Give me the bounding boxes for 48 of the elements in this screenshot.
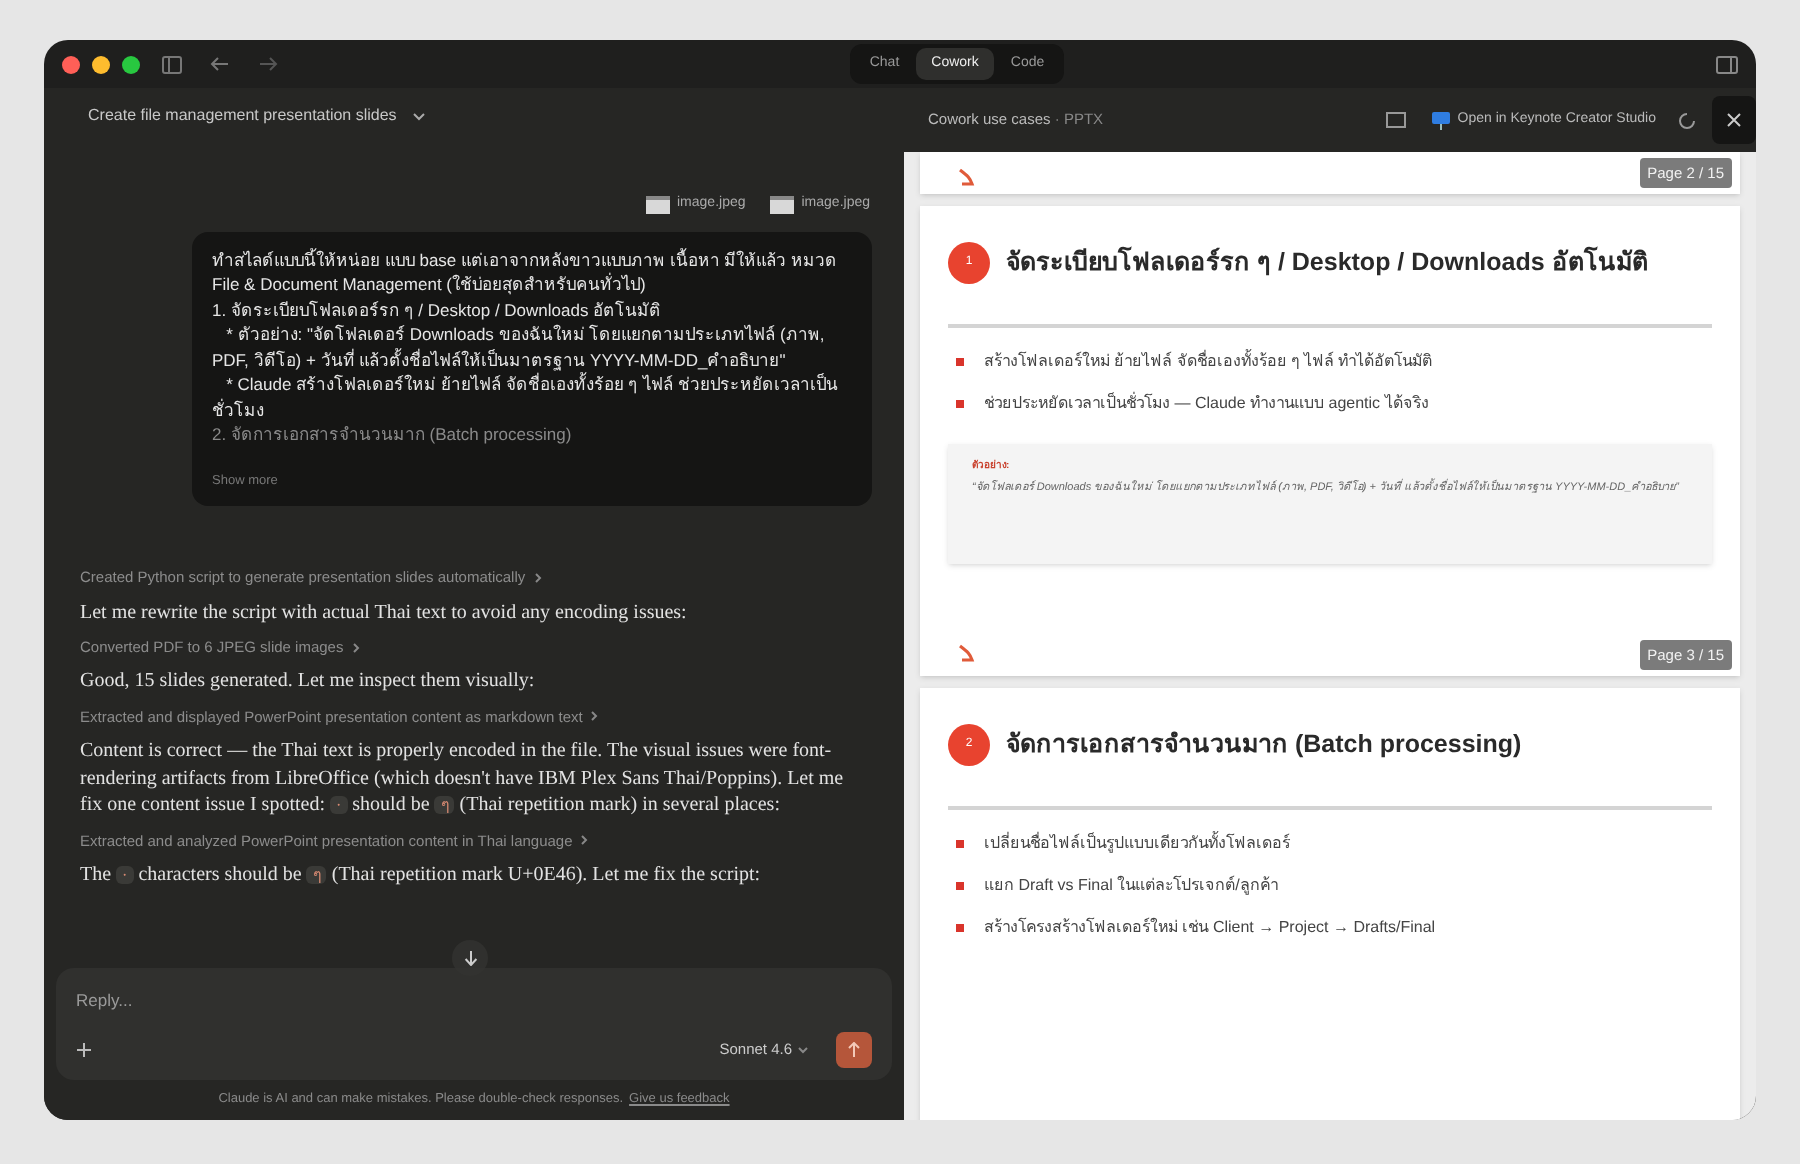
message-text: ทำสไลด์แบบนี้ให้หน่อย แบบ base แต่เอาจากหลังขาวแบบภาพ เนื้อหา มีให้แล้ว หมวด File & Document Management (ใช้บ่อยสุดสำหรับคนทั่วไป) (212, 247, 840, 297)
refresh-icon[interactable] (1678, 111, 1696, 129)
message-text: 1. จัดระเบียบโฟลเดอร์รก ๆ / Desktop / Downloads อัตโนมัติ (212, 297, 664, 322)
bullet-text: ช่วยประหยัดเวลาเป็นชั่วโมง — Claude ทำงานแบบ agentic ได้จริง (984, 391, 1429, 415)
back-arrow-icon[interactable] (210, 56, 230, 72)
assistant-message: The · characters should be ๆ (Thai repetition mark U+0E46). Let me fix the script: (80, 861, 763, 889)
bullet-text: สร้างโฟลเดอร์ใหม่ ย้ายไฟล์ จัดชื่อเองทั้งร้อย ๆ ไฟล์ ทำได้อัตโนมัติ (984, 349, 1433, 373)
slide-title: จัดระเบียบโฟลเดอร์รก ๆ / Desktop / Downloads อัตโนมัติ (1006, 244, 1648, 281)
image-thumbnail-icon (645, 195, 669, 214)
assistant-message: Let me rewrite the script with actual Thai text to avoid any encoding issues: (80, 599, 689, 626)
message-text: 2. จัดการเอกสารจำนวนมาก (Batch processing) (212, 422, 574, 447)
bullet-text: แยก Draft vs Final ในแต่ละโปรเจกต์/ลูกค้า (984, 873, 1278, 897)
chevron-right-icon[interactable] (351, 641, 360, 654)
chevron-down-icon (798, 1046, 808, 1054)
bullet-icon (956, 399, 964, 407)
down-arrow-icon (463, 950, 477, 966)
up-arrow-icon (848, 1042, 860, 1058)
minimize-window-button[interactable] (92, 55, 110, 73)
logo-mark-icon (956, 168, 976, 188)
close-window-button[interactable] (62, 55, 80, 73)
sidebar-toggle-icon[interactable] (162, 55, 182, 73)
panel-toggle-icon[interactable] (1716, 55, 1738, 73)
slide-title: จัดการเอกสารจำนวนมาก (Batch processing) (1006, 728, 1522, 763)
window-icon[interactable] (1385, 112, 1406, 128)
presentation-icon (1431, 111, 1450, 129)
bullet-icon (956, 839, 964, 847)
chevron-right-icon[interactable] (580, 834, 589, 847)
bullet-text: เปลี่ยนชื่อไฟล์เป็นรูปแบบเดียวกันทั้งโฟลเดอร์ (984, 831, 1290, 855)
bullet-icon (956, 881, 964, 889)
chevron-right-icon[interactable] (590, 710, 599, 723)
chevron-right-icon[interactable] (533, 571, 542, 584)
conversation-title[interactable]: Create file management presentation slides (88, 104, 397, 128)
chevron-down-icon[interactable] (412, 111, 427, 121)
send-button[interactable] (836, 1032, 872, 1068)
plus-icon[interactable] (76, 1042, 92, 1058)
bullet-text: สร้างโครงสร้างโฟลเดอร์ใหม่ เช่น Client → Project → Drafts/Final (984, 915, 1436, 939)
maximize-window-button[interactable] (122, 55, 140, 73)
reply-input[interactable]: Reply... (76, 988, 872, 1014)
close-button[interactable] (1712, 96, 1756, 144)
close-icon (1726, 112, 1742, 128)
image-thumbnail-icon (769, 195, 794, 214)
logo-mark-icon (956, 644, 976, 664)
assistant-message: Content is correct — the Thai text is properly encoded in the file. The visual issues were font-rendering artifacts from LibreOffice (which doesn't have IBM Plex Sans Thai/Poppins). Let me fix one content issue I spotted: · should be ๆ (Thai repetition mark) in several places: (80, 738, 846, 819)
bullet-icon (956, 923, 964, 931)
assistant-message: Good, 15 slides generated. Let me inspect them visually: (80, 668, 537, 696)
message-text: * ตัวอย่าง: "จัดโฟลเดอร์ Downloads ของฉันใหม่ โดยแยกตามประเภทไฟล์ (ภาพ, PDF, วิดีโอ) + วันที่ แล้วตั้งชื่อไฟล์ให้เป็นมาตรฐาน YYYY-MM-DD_คำอธิบาย" (212, 322, 827, 371)
message-text: * Claude สร้างโฟลเดอร์ใหม่ ย้ายไฟล์ จัดชื่อเองทั้งร้อย ๆ ไฟล์ ช่วยประหยัดเวลาเป็นชั่วโมง (212, 372, 840, 422)
bullet-icon (956, 357, 964, 365)
